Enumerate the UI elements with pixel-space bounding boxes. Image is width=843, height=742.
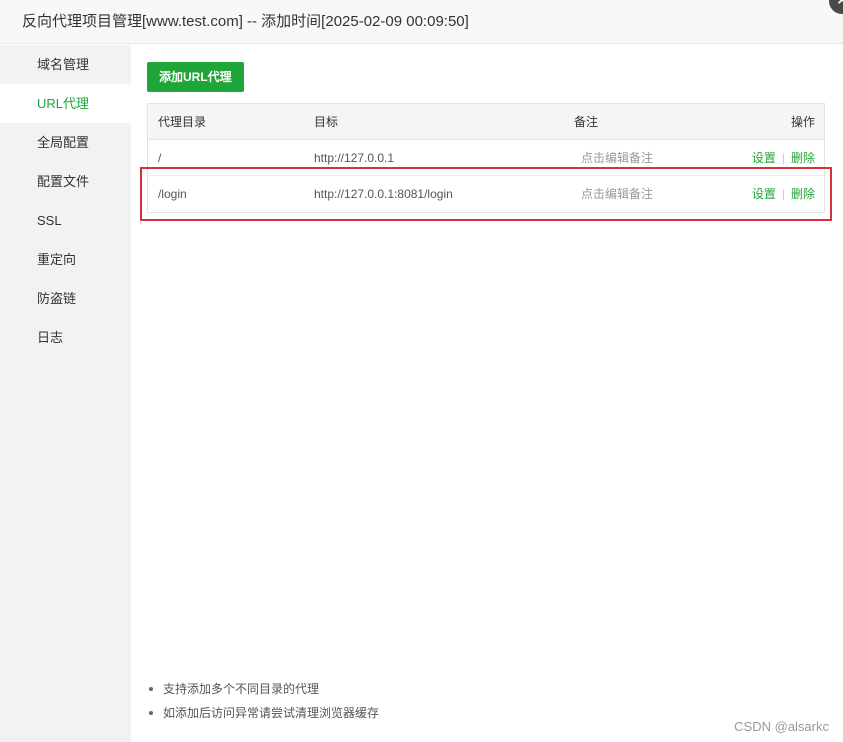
header-dir: 代理目录 — [158, 115, 207, 129]
delete-link[interactable]: 删除 — [791, 187, 815, 201]
proxy-management-dialog: 反向代理项目管理[www.test.com] -- 添加时间[2025-02-0… — [0, 0, 843, 742]
sidebar-item-hotlink[interactable]: 防盗链 — [0, 279, 131, 318]
sidebar-item-url-proxy[interactable]: URL代理 — [0, 84, 131, 123]
main-panel: 添加URL代理 代理目录 目标 备注 操作 / http://127.0.0.1… — [131, 45, 843, 742]
ops-separator: | — [781, 151, 785, 165]
sidebar-item-global-config[interactable]: 全局配置 — [0, 123, 131, 162]
tip-item: 支持添加多个不同目录的代理 — [149, 677, 379, 701]
edit-note-link[interactable]: 点击编辑备注 — [581, 140, 653, 176]
cell-target: http://127.0.0.1 — [314, 151, 395, 165]
tip-item: 如添加后访问异常请尝试清理浏览器缓存 — [149, 701, 379, 725]
table-header: 代理目录 目标 备注 操作 — [148, 104, 824, 140]
sidebar-item-domain[interactable]: 域名管理 — [0, 45, 131, 84]
add-url-proxy-button[interactable]: 添加URL代理 — [147, 62, 244, 92]
sidebar-item-logs[interactable]: 日志 — [0, 318, 131, 357]
row-ops: 设置 | 删除 — [752, 140, 815, 176]
sidebar: 域名管理 URL代理 全局配置 配置文件 SSL 重定向 防盗链 日志 — [0, 45, 131, 742]
edit-note-link[interactable]: 点击编辑备注 — [581, 176, 653, 212]
settings-link[interactable]: 设置 — [752, 151, 776, 165]
ops-separator: | — [781, 187, 785, 201]
table-row: / http://127.0.0.1 点击编辑备注 设置 | 删除 — [148, 140, 824, 176]
dialog-title: 反向代理项目管理[www.test.com] -- 添加时间[2025-02-0… — [0, 0, 843, 44]
header-ops: 操作 — [790, 115, 815, 129]
delete-link[interactable]: 删除 — [791, 151, 815, 165]
row-ops: 设置 | 删除 — [752, 176, 815, 212]
cell-target: http://127.0.0.1:8081/login — [314, 187, 453, 201]
cell-dir: /login — [158, 187, 187, 201]
cell-dir: / — [158, 151, 162, 165]
table-row: /login http://127.0.0.1:8081/login 点击编辑备… — [148, 176, 824, 212]
sidebar-item-redirect[interactable]: 重定向 — [0, 240, 131, 279]
sidebar-item-ssl[interactable]: SSL — [0, 201, 131, 240]
header-target: 目标 — [314, 115, 339, 129]
proxy-table: 代理目录 目标 备注 操作 / http://127.0.0.1 点击编辑备注 … — [147, 103, 825, 213]
settings-link[interactable]: 设置 — [752, 187, 776, 201]
sidebar-item-config-file[interactable]: 配置文件 — [0, 162, 131, 201]
watermark: CSDN @alsarkc — [734, 719, 829, 734]
tips-list: 支持添加多个不同目录的代理 如添加后访问异常请尝试清理浏览器缓存 — [149, 677, 379, 725]
header-note: 备注 — [574, 115, 599, 129]
